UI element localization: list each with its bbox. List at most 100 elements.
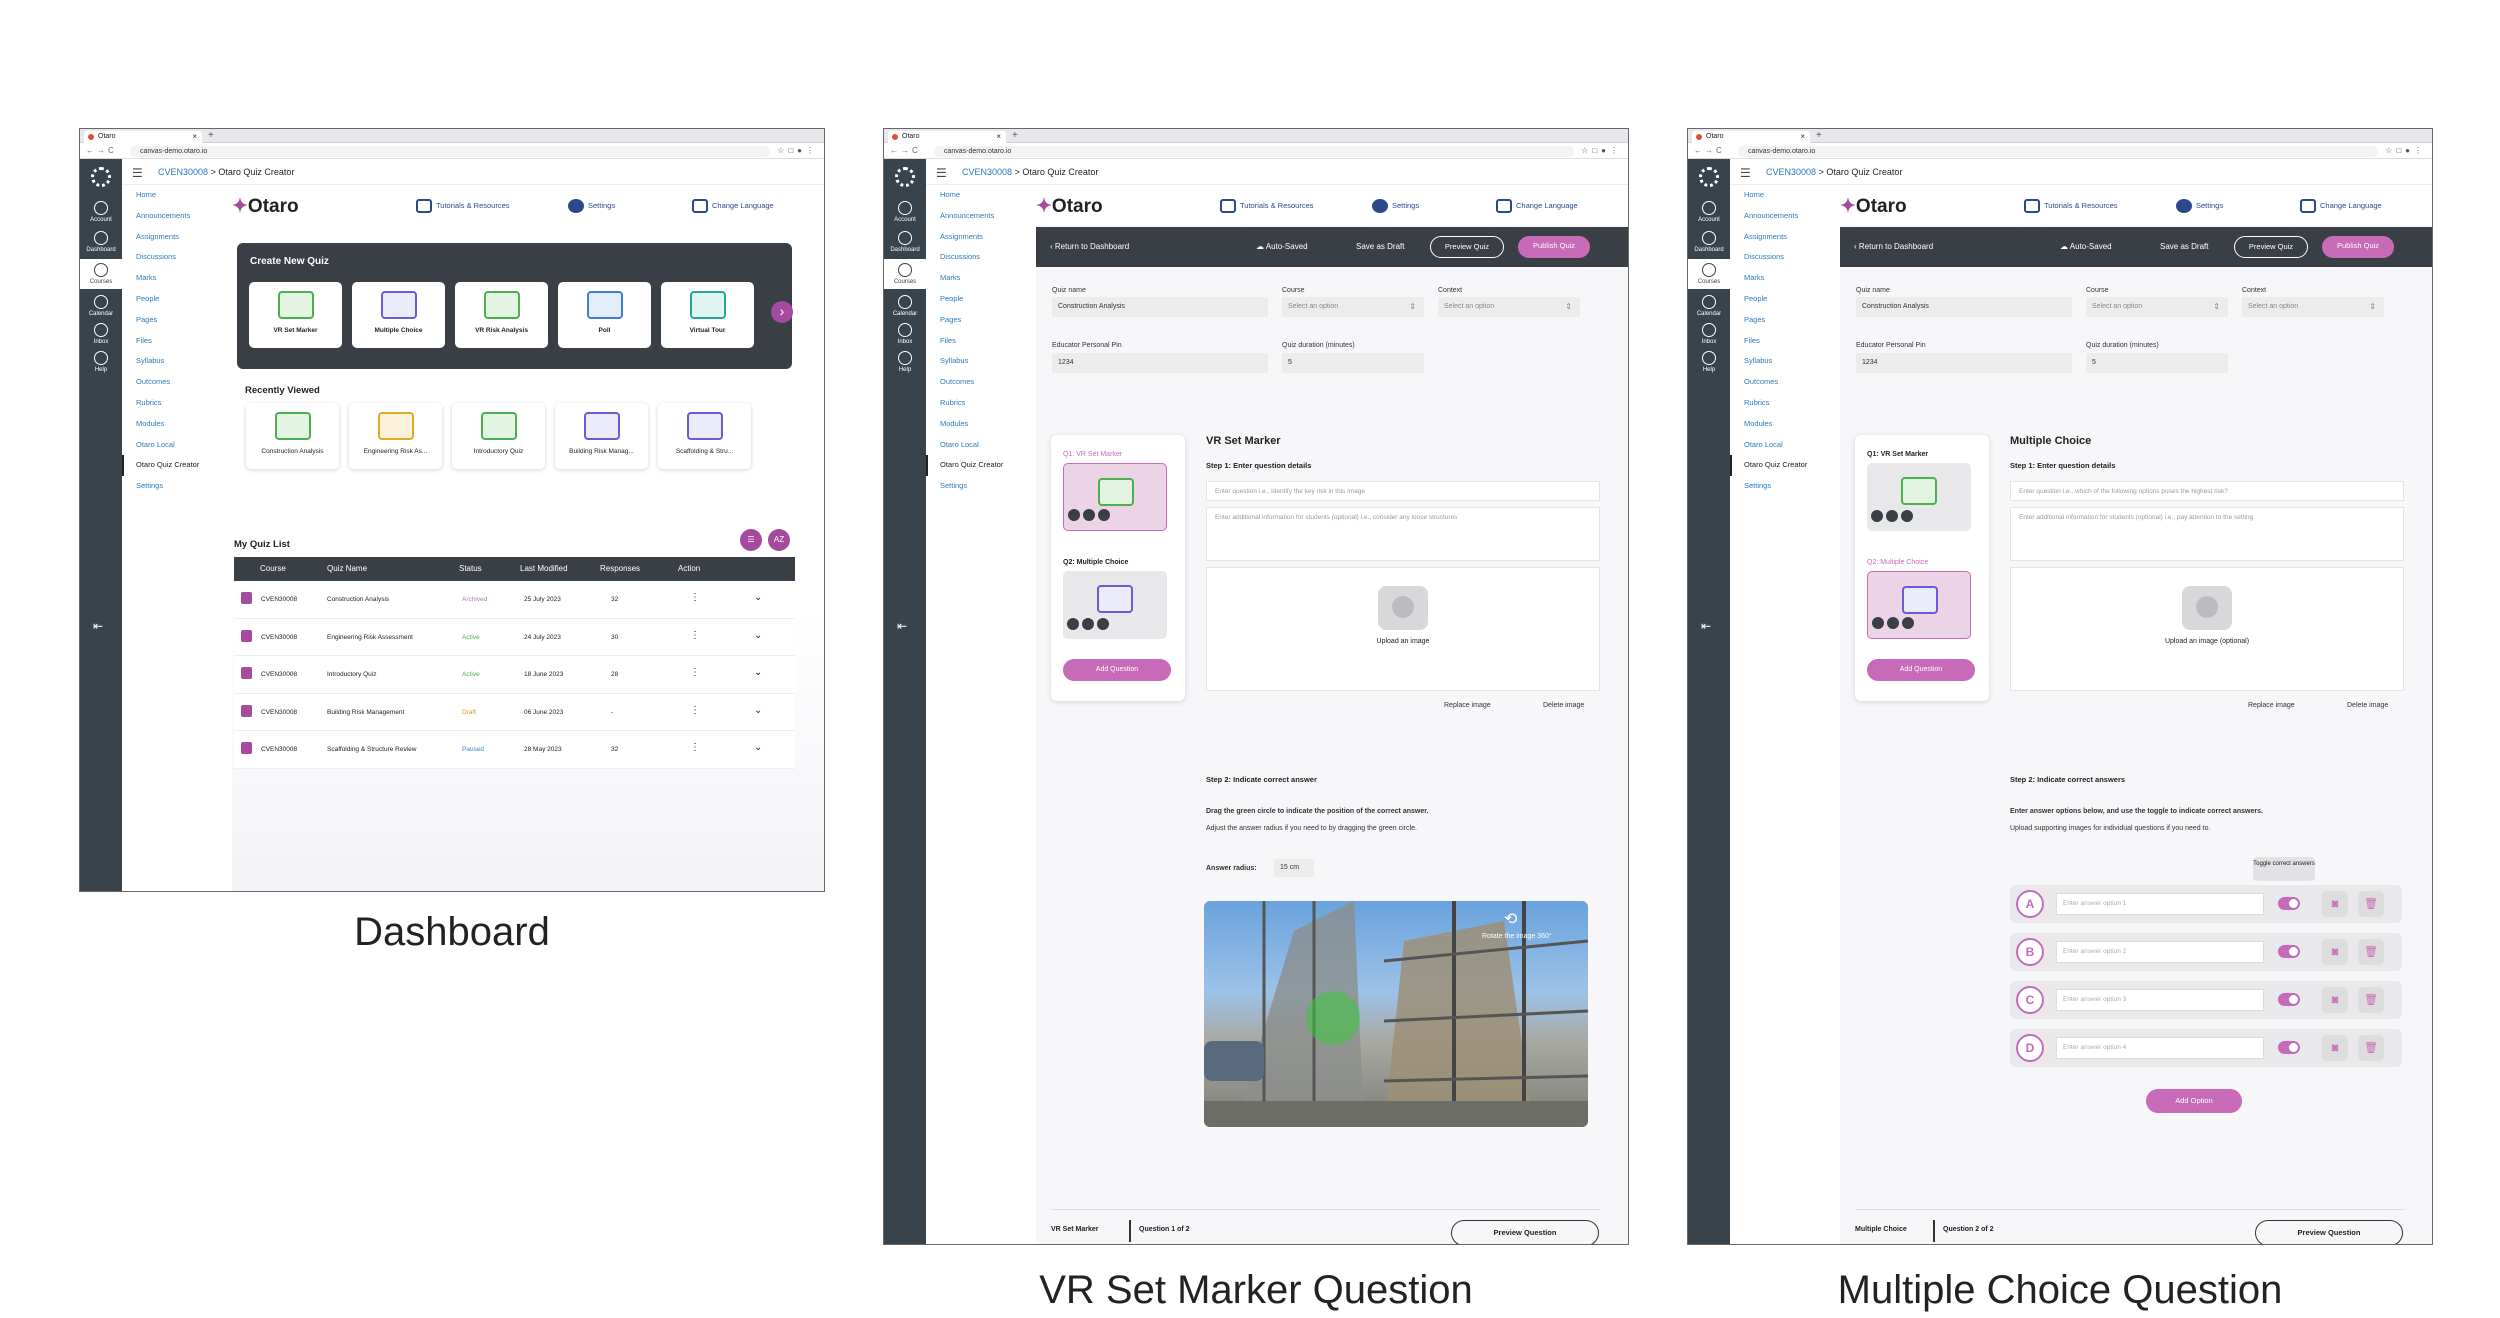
correct-toggle[interactable]: [2278, 993, 2300, 1006]
answer-option-input[interactable]: Enter answer option 4: [2056, 1037, 2264, 1059]
add-option-button[interactable]: Add Option: [2146, 1089, 2242, 1113]
question-1-thumb[interactable]: [1063, 463, 1167, 531]
course-nav-marks[interactable]: Marks: [1730, 268, 1830, 289]
gnav-courses[interactable]: Courses: [80, 259, 122, 289]
change-language-link[interactable]: Change Language: [2300, 199, 2382, 213]
duration-input[interactable]: 5: [1282, 353, 1424, 373]
browser-menu-icon[interactable]: ☆□●⋮: [777, 146, 818, 155]
course-nav-otaro-local[interactable]: Otaro Local: [1730, 435, 1830, 456]
course-nav-discussions[interactable]: Discussions: [1730, 247, 1830, 268]
course-nav-home[interactable]: Home: [1730, 185, 1830, 206]
add-question-button[interactable]: Add Question: [1867, 659, 1975, 681]
quiz-type-vr-set-marker[interactable]: VR Set Marker: [249, 282, 342, 348]
copy-icon[interactable]: [1083, 509, 1095, 521]
camera-icon[interactable]: ◙: [2322, 891, 2348, 917]
question-input[interactable]: Enter question i.e., Identify the key ri…: [1206, 481, 1600, 501]
question-1-thumb[interactable]: [1867, 463, 1971, 531]
course-nav-marks[interactable]: Marks: [926, 268, 1026, 289]
pin-input[interactable]: 1234: [1856, 353, 2072, 373]
browser-menu-icon[interactable]: ☆□●⋮: [2385, 146, 2426, 155]
course-nav-rubrics[interactable]: Rubrics: [1730, 393, 1830, 414]
trash-icon[interactable]: 🗑: [2358, 891, 2384, 917]
preview-quiz-button[interactable]: Preview Quiz: [1430, 236, 1504, 258]
chevron-down-icon[interactable]: ⌄: [754, 667, 762, 678]
upload-image-area[interactable]: Upload an image: [1206, 567, 1600, 691]
course-nav-modules[interactable]: Modules: [122, 414, 222, 435]
duration-input[interactable]: 5: [2086, 353, 2228, 373]
collapse-nav-icon[interactable]: ⇤: [93, 619, 103, 633]
context-select[interactable]: Select an option: [1438, 297, 1580, 317]
course-nav-settings[interactable]: Settings: [122, 476, 222, 497]
url-field[interactable]: canvas-demo.otaro.io: [1738, 146, 2378, 157]
course-nav-marks[interactable]: Marks: [122, 268, 222, 289]
nav-buttons-icon[interactable]: ←→C: [1694, 146, 1725, 155]
hamburger-icon[interactable]: ☰: [936, 166, 947, 180]
course-nav-home[interactable]: Home: [122, 185, 222, 206]
table-row[interactable]: CVEN30008 Building Risk Management Draft…: [234, 693, 795, 731]
delete-icon[interactable]: [1901, 510, 1913, 522]
question-2-thumb[interactable]: [1063, 571, 1167, 639]
quiz-type-virtual-tour[interactable]: Virtual Tour: [661, 282, 754, 348]
delete-image-link[interactable]: Delete image: [1543, 702, 1584, 709]
course-nav-people[interactable]: People: [122, 289, 222, 310]
settings-link[interactable]: Settings: [568, 199, 615, 213]
course-nav-modules[interactable]: Modules: [926, 414, 1026, 435]
course-nav-otaro-quiz-creator[interactable]: Otaro Quiz Creator: [926, 455, 1026, 477]
course-nav-otaro-quiz-creator[interactable]: Otaro Quiz Creator: [1730, 455, 1830, 477]
copy-icon[interactable]: [1082, 618, 1094, 630]
quiz-type-vr-risk-analysis[interactable]: VR Risk Analysis: [455, 282, 548, 348]
next-arrow-icon[interactable]: ›: [771, 301, 793, 323]
delete-icon[interactable]: [1902, 617, 1914, 629]
recent-quiz-card[interactable]: Introductory Quiz: [452, 403, 545, 469]
course-nav-announcements[interactable]: Announcements: [926, 206, 1026, 227]
course-select[interactable]: Select an option: [2086, 297, 2228, 317]
camera-icon[interactable]: ◙: [2322, 939, 2348, 965]
answer-radius-input[interactable]: 15 cm: [1274, 859, 1314, 877]
list-view-icon[interactable]: ☰: [740, 529, 762, 551]
new-tab-icon[interactable]: +: [1816, 130, 1822, 141]
preview-question-button[interactable]: Preview Question: [2255, 1220, 2403, 1244]
course-nav-announcements[interactable]: Announcements: [122, 206, 222, 227]
gnav-inbox[interactable]: Inbox: [884, 323, 926, 345]
answer-option-input[interactable]: Enter answer option 2: [2056, 941, 2264, 963]
preview-quiz-button[interactable]: Preview Quiz: [2234, 236, 2308, 258]
recent-quiz-card[interactable]: Scaffolding & Stru...: [658, 403, 751, 469]
rotate-360-icon[interactable]: ⟲: [1504, 909, 1517, 929]
url-field[interactable]: canvas-demo.otaro.io: [130, 146, 770, 157]
url-field[interactable]: canvas-demo.otaro.io: [934, 146, 1574, 157]
breadcrumb-course-link[interactable]: CVEN30008: [1766, 167, 1816, 177]
delete-image-link[interactable]: Delete image: [2347, 702, 2388, 709]
view-icon[interactable]: [1872, 617, 1884, 629]
close-tab-icon[interactable]: ×: [192, 131, 197, 143]
gnav-dashboard[interactable]: Dashboard: [884, 231, 926, 253]
change-language-link[interactable]: Change Language: [692, 199, 774, 213]
course-nav-syllabus[interactable]: Syllabus: [1730, 351, 1830, 372]
course-nav-pages[interactable]: Pages: [122, 310, 222, 331]
collapse-nav-icon[interactable]: ⇤: [1701, 619, 1711, 633]
course-nav-assignments[interactable]: Assignments: [926, 227, 1026, 248]
close-tab-icon[interactable]: ×: [1800, 131, 1805, 143]
new-tab-icon[interactable]: +: [208, 130, 214, 141]
gnav-calendar[interactable]: Calendar: [1688, 295, 1730, 317]
collapse-nav-icon[interactable]: ⇤: [897, 619, 907, 633]
table-row[interactable]: CVEN30008 Construction Analysis Archived…: [234, 581, 795, 619]
upload-image-area[interactable]: Upload an image (optional): [2010, 567, 2404, 691]
publish-quiz-button[interactable]: Publish Quiz: [2322, 236, 2394, 258]
gnav-inbox[interactable]: Inbox: [1688, 323, 1730, 345]
quiz-type-multiple-choice[interactable]: Multiple Choice: [352, 282, 445, 348]
tutorials-link[interactable]: Tutorials & Resources: [1220, 199, 1314, 213]
answer-option-input[interactable]: Enter answer option 3: [2056, 989, 2264, 1011]
correct-toggle[interactable]: [2278, 1041, 2300, 1054]
quiz-name-input[interactable]: Construction Analysis: [1856, 297, 2072, 317]
gnav-dashboard[interactable]: Dashboard: [80, 231, 122, 253]
camera-icon[interactable]: ◙: [2322, 987, 2348, 1013]
gnav-account[interactable]: Account: [884, 201, 926, 223]
preview-question-button[interactable]: Preview Question: [1451, 1220, 1599, 1244]
more-options-icon[interactable]: ⋮: [690, 742, 700, 753]
nav-buttons-icon[interactable]: ←→C: [890, 146, 921, 155]
course-nav-pages[interactable]: Pages: [926, 310, 1026, 331]
sort-az-button[interactable]: AZ: [768, 529, 790, 551]
trash-icon[interactable]: 🗑: [2358, 939, 2384, 965]
gnav-help[interactable]: Help: [884, 351, 926, 373]
course-nav-home[interactable]: Home: [926, 185, 1026, 206]
